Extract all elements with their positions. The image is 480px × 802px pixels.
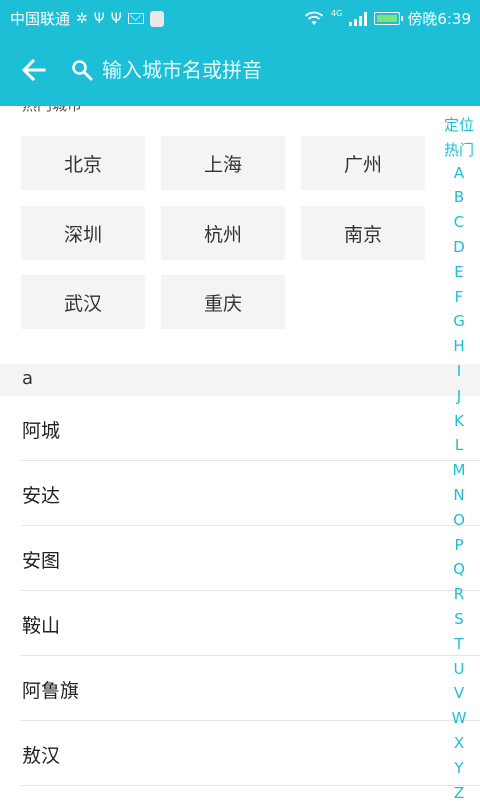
index-item[interactable]: D bbox=[438, 238, 480, 256]
index-item[interactable]: S bbox=[438, 610, 480, 628]
status-time: 傍晚6:39 bbox=[407, 10, 471, 28]
index-item[interactable]: Q bbox=[438, 560, 480, 578]
carrier-name: 中国联通 bbox=[10, 10, 71, 28]
back-button[interactable] bbox=[18, 54, 50, 86]
index-item[interactable]: U bbox=[438, 660, 480, 678]
index-item[interactable]: T bbox=[438, 635, 480, 653]
search-input[interactable] bbox=[100, 57, 434, 83]
index-item[interactable]: Y bbox=[438, 759, 480, 777]
status-left: 中国联通 ✲ Ψ Ψ bbox=[10, 8, 164, 29]
index-item[interactable]: E bbox=[438, 263, 480, 281]
index-item[interactable]: 热门 bbox=[438, 139, 480, 160]
index-item[interactable]: P bbox=[438, 536, 480, 554]
index-item[interactable]: R bbox=[438, 585, 480, 603]
search-icon bbox=[72, 60, 93, 81]
city-name: 阿鲁旗 bbox=[22, 680, 80, 702]
index-item[interactable]: B bbox=[438, 188, 480, 206]
list-item[interactable]: 安达 bbox=[0, 461, 480, 526]
alphabet-index-bar[interactable]: 定位热门 A B C D E F G H I J K L M N O P Q R S T U V W X Y Z bbox=[438, 114, 480, 802]
sync-icon: ✲ bbox=[76, 10, 88, 27]
index-item[interactable]: A bbox=[438, 164, 480, 182]
app-notification-icon bbox=[149, 10, 164, 27]
hot-city-button[interactable]: 北京 bbox=[21, 136, 145, 190]
wifi-icon bbox=[304, 11, 324, 25]
list-item[interactable]: 敖汉 bbox=[0, 721, 480, 786]
hot-city-button[interactable]: 重庆 bbox=[161, 275, 285, 329]
hot-city-button[interactable]: 深圳 bbox=[21, 206, 145, 260]
index-item[interactable]: H bbox=[438, 337, 480, 355]
hot-city-button[interactable]: 南京 bbox=[301, 206, 425, 260]
usb-debug-icon: Ψ bbox=[110, 10, 122, 27]
back-arrow-icon bbox=[21, 58, 46, 82]
mail-icon bbox=[127, 13, 144, 24]
city-name: 鞍山 bbox=[22, 615, 61, 637]
hot-cities-title: 热门城市 bbox=[22, 106, 82, 115]
app-bar bbox=[0, 34, 480, 106]
city-picker-content[interactable]: 热门城市 北京 上海 广州 深圳 杭州 南京 武汉 重庆 a 阿城 安达 安图 … bbox=[0, 106, 480, 800]
list-item[interactable]: 安图 bbox=[0, 526, 480, 591]
network-type: 4G bbox=[331, 9, 343, 18]
index-item[interactable]: Z bbox=[438, 784, 480, 802]
hot-city-button[interactable]: 广州 bbox=[301, 136, 425, 190]
usb-icon: Ψ bbox=[93, 10, 105, 27]
hot-city-button[interactable]: 上海 bbox=[161, 136, 285, 190]
city-name: 敖汉 bbox=[22, 745, 61, 767]
index-item[interactable]: O bbox=[438, 511, 480, 529]
city-name: 安达 bbox=[22, 485, 61, 507]
index-item[interactable]: V bbox=[438, 684, 480, 702]
index-item[interactable]: M bbox=[438, 461, 480, 479]
signal-icon bbox=[349, 11, 368, 26]
city-list[interactable]: 阿城 安达 安图 鞍山 阿鲁旗 敖汉 bbox=[0, 396, 480, 786]
index-item[interactable]: G bbox=[438, 312, 480, 330]
index-item[interactable]: K bbox=[438, 412, 480, 430]
search-bar[interactable] bbox=[70, 52, 450, 88]
city-name: 安图 bbox=[22, 550, 61, 572]
city-name: 阿城 bbox=[22, 420, 61, 442]
section-letter: a bbox=[22, 368, 34, 389]
hot-city-button[interactable]: 杭州 bbox=[161, 206, 285, 260]
index-item[interactable]: 定位 bbox=[438, 114, 480, 135]
index-item[interactable]: X bbox=[438, 734, 480, 752]
index-item[interactable]: N bbox=[438, 486, 480, 504]
index-item[interactable]: I bbox=[438, 362, 480, 380]
index-item[interactable]: J bbox=[438, 387, 480, 405]
index-item[interactable]: C bbox=[438, 213, 480, 231]
hot-city-button[interactable]: 武汉 bbox=[21, 275, 145, 329]
list-item[interactable]: 鞍山 bbox=[0, 591, 480, 656]
list-item[interactable]: 阿鲁旗 bbox=[0, 656, 480, 721]
index-item[interactable]: F bbox=[438, 288, 480, 306]
index-item[interactable]: W bbox=[438, 709, 480, 727]
section-header: a bbox=[0, 364, 480, 396]
battery-icon bbox=[374, 12, 404, 25]
status-bar: 中国联通 ✲ Ψ Ψ 4G 傍晚6:39 bbox=[0, 0, 480, 34]
index-item[interactable]: L bbox=[438, 436, 480, 454]
status-right: 4G 傍晚6:39 bbox=[304, 8, 471, 29]
list-item[interactable]: 阿城 bbox=[0, 396, 480, 461]
